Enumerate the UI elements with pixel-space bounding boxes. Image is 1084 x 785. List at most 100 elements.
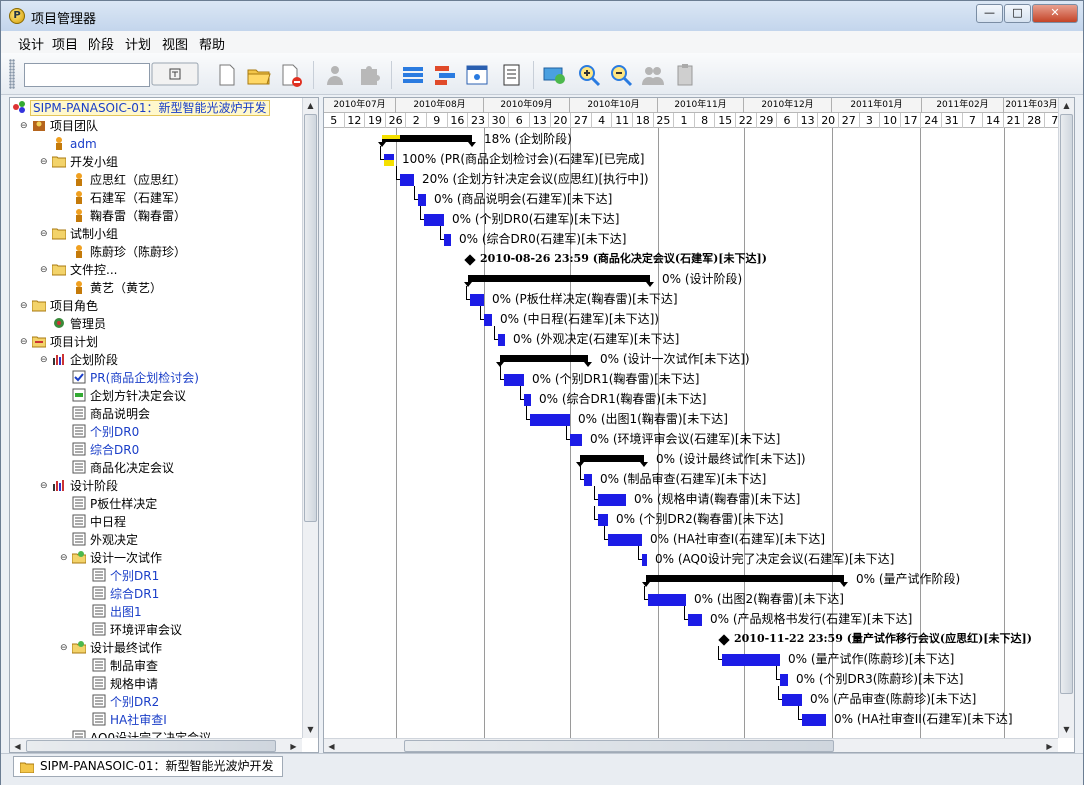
new-file-icon[interactable] bbox=[213, 61, 241, 89]
tree-node[interactable]: 外观决定 bbox=[72, 531, 138, 549]
scroll-up-icon[interactable]: ▲ bbox=[303, 98, 318, 113]
tree-node[interactable]: PR(商品企划检讨会) bbox=[72, 369, 199, 387]
collapse-toggle-icon[interactable]: ⊖ bbox=[40, 482, 49, 491]
tree-node[interactable]: 综合DR1 bbox=[92, 585, 159, 603]
collapse-toggle-icon[interactable]: ⊖ bbox=[40, 266, 49, 275]
menu-plan[interactable]: 计划 bbox=[125, 34, 151, 53]
tree-vscroll-thumb[interactable] bbox=[304, 114, 317, 522]
tree-node[interactable]: 石建军（石建军） bbox=[72, 189, 186, 207]
gantt-task-bar[interactable] bbox=[782, 694, 802, 706]
gantt-task-bar[interactable] bbox=[688, 614, 702, 626]
gantt-task-bar[interactable] bbox=[498, 334, 505, 346]
tree-node[interactable]: 项目角色 bbox=[31, 297, 98, 315]
gantt-task-bar[interactable] bbox=[802, 714, 826, 726]
collapse-toggle-icon[interactable]: ⊖ bbox=[20, 338, 29, 347]
zoom-in-icon[interactable] bbox=[575, 61, 603, 89]
gantt-task-bar[interactable] bbox=[400, 174, 414, 186]
tree-node[interactable]: 企划阶段 bbox=[52, 351, 118, 369]
tree-node[interactable]: 综合DR0 bbox=[72, 441, 139, 459]
collapse-toggle-icon[interactable]: ⊖ bbox=[40, 356, 49, 365]
tree-node[interactable]: 项目计划 bbox=[31, 333, 98, 351]
tree-node[interactable]: 鞠春雷（鞠春雷） bbox=[72, 207, 186, 225]
gantt-task-bar[interactable] bbox=[598, 514, 608, 526]
collapse-toggle-icon[interactable]: ⊖ bbox=[60, 554, 69, 563]
tree-node[interactable]: 规格申请 bbox=[92, 675, 158, 693]
gantt-task-bar[interactable] bbox=[780, 674, 788, 686]
tree-node[interactable]: 个别DR0 bbox=[72, 423, 139, 441]
tree-node[interactable]: 设计一次试作 bbox=[71, 549, 162, 567]
gantt-task-bar[interactable] bbox=[384, 154, 394, 166]
collapse-toggle-icon[interactable]: ⊖ bbox=[20, 302, 29, 311]
scroll-up-icon[interactable]: ▲ bbox=[1059, 98, 1074, 113]
gantt-summary-bar[interactable] bbox=[642, 575, 848, 587]
tree-node[interactable]: 企划方针决定会议 bbox=[72, 387, 186, 405]
clipboard-icon[interactable] bbox=[671, 61, 699, 89]
gantt-task-bar[interactable] bbox=[444, 234, 451, 246]
scroll-left-icon[interactable]: ◀ bbox=[324, 739, 339, 752]
gantt-task-bar[interactable] bbox=[424, 214, 444, 226]
puzzle-icon[interactable] bbox=[355, 61, 383, 89]
collapse-toggle-icon[interactable]: ⊖ bbox=[20, 122, 29, 131]
tree-node[interactable]: SIPM-PANASOIC-01：新型智能光波炉开发 bbox=[12, 99, 270, 117]
gantt-task-bar[interactable] bbox=[570, 434, 582, 446]
menu-design[interactable]: 设计 bbox=[18, 34, 44, 53]
tree-node[interactable]: 试制小组 bbox=[51, 225, 118, 243]
tree-node[interactable]: 个别DR1 bbox=[92, 567, 159, 585]
tree-node[interactable]: 管理员 bbox=[52, 315, 106, 333]
gantt-task-bar[interactable] bbox=[608, 534, 642, 546]
tree-node[interactable]: 出图1 bbox=[92, 603, 142, 621]
gantt-milestone[interactable] bbox=[464, 254, 476, 266]
tree-node[interactable]: 设计阶段 bbox=[52, 477, 118, 495]
tree-node[interactable]: 商品说明会 bbox=[72, 405, 150, 423]
tree-hscrollbar[interactable]: ◀ ▶ bbox=[10, 738, 302, 752]
scroll-down-icon[interactable]: ▼ bbox=[1059, 722, 1074, 737]
gantt-chart[interactable]: 2010年07月 2010年08月 2010年09月 2010年10月 2010年11月… bbox=[323, 97, 1075, 753]
minimize-button[interactable]: — bbox=[976, 4, 1003, 23]
menu-help[interactable]: 帮助 bbox=[199, 34, 225, 53]
tree-node[interactable]: 黄艺（黄艺） bbox=[72, 279, 162, 297]
tree-vscrollbar[interactable]: ▲ ▼ bbox=[302, 98, 318, 738]
tree-node[interactable]: 文件控... bbox=[51, 261, 117, 279]
scroll-left-icon[interactable]: ◀ bbox=[10, 739, 25, 752]
close-button[interactable]: ✕ bbox=[1032, 4, 1078, 23]
scroll-right-icon[interactable]: ▶ bbox=[1042, 739, 1057, 752]
gantt-vscroll-thumb[interactable] bbox=[1060, 114, 1073, 694]
search-input[interactable] bbox=[24, 63, 150, 87]
tree-node[interactable]: 设计最终试作 bbox=[71, 639, 162, 657]
gantt-task-bar[interactable] bbox=[524, 394, 531, 406]
delete-file-icon[interactable] bbox=[277, 61, 305, 89]
tree-node[interactable]: 应思红（应思红） bbox=[72, 171, 186, 189]
gantt-hscrollbar[interactable]: ◀ ▶ bbox=[324, 738, 1058, 752]
tree-hscroll-thumb[interactable] bbox=[26, 740, 276, 752]
maximize-button[interactable]: □ bbox=[1004, 4, 1031, 23]
tree-node[interactable]: 环境评审会议 bbox=[92, 621, 182, 639]
collapse-toggle-icon[interactable]: ⊖ bbox=[60, 644, 69, 653]
collapse-toggle-icon[interactable]: ⊖ bbox=[40, 158, 49, 167]
tree-node[interactable]: 制品审查 bbox=[92, 657, 158, 675]
gantt-task-bar[interactable] bbox=[598, 494, 626, 506]
menu-phase[interactable]: 阶段 bbox=[88, 34, 114, 53]
menu-project[interactable]: 项目 bbox=[52, 34, 78, 53]
scroll-down-icon[interactable]: ▼ bbox=[303, 722, 318, 737]
tree-node[interactable]: adm bbox=[52, 135, 97, 153]
gantt-task-bar[interactable] bbox=[418, 194, 426, 206]
gantt-task-bar[interactable] bbox=[484, 314, 492, 326]
gantt-milestone[interactable] bbox=[718, 634, 730, 646]
stack-icon[interactable] bbox=[399, 61, 427, 89]
gantt-hscroll-thumb[interactable] bbox=[404, 740, 834, 752]
refresh-icon[interactable] bbox=[541, 61, 569, 89]
gantt-task-bar[interactable] bbox=[584, 474, 592, 486]
zoom-out-icon[interactable] bbox=[607, 61, 635, 89]
menu-view[interactable]: 视图 bbox=[162, 34, 188, 53]
users-icon[interactable] bbox=[321, 61, 349, 89]
gantt-summary-bar[interactable] bbox=[576, 455, 648, 467]
tree-node[interactable]: 项目团队 bbox=[32, 117, 98, 135]
gantt-task-bar[interactable] bbox=[504, 374, 524, 386]
tree-node[interactable]: 商品化决定会议 bbox=[72, 459, 174, 477]
tree-node[interactable]: 陈蔚珍（陈蔚珍） bbox=[72, 243, 186, 261]
gantt-task-bar[interactable] bbox=[530, 414, 570, 426]
gantt-bar-icon[interactable] bbox=[431, 61, 459, 89]
gantt-summary-bar[interactable] bbox=[496, 355, 592, 367]
toolbar-grip[interactable] bbox=[9, 59, 15, 89]
tree-node[interactable]: HA社审查I bbox=[92, 711, 167, 729]
